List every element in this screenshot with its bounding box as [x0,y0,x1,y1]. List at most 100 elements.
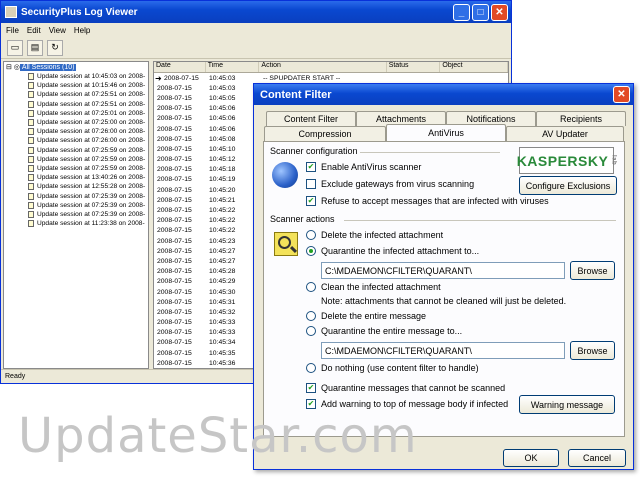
tab-content-filter[interactable]: Content Filter [266,111,356,126]
log-cell-date: 2008-07-15 [157,166,192,174]
session-item[interactable]: Update session at 07:25:59 on 2008- [4,164,148,173]
session-item[interactable]: Update session at 07:26:00 on 2008- [4,136,148,145]
log-row[interactable]: ➜ 2008-07-15 10:45:03 -- SPUPDATER START -- [154,73,508,83]
log-cell-time: 10:45:22 [209,217,236,225]
ok-button[interactable]: OK [503,449,559,467]
log-file-icon [28,183,34,191]
session-item[interactable]: Update session at 07:25:39 on 2008- [4,191,148,200]
session-item[interactable]: Update session at 07:25:51 on 2008- [4,90,148,99]
exclude-gateways-checkbox[interactable]: Exclude gateways from virus scanning [306,179,474,189]
session-label: Update session at 07:25:59 on 2008- [37,164,146,172]
menu-help[interactable]: Help [74,26,90,35]
session-item[interactable]: Update session at 07:25:51 on 2008- [4,100,148,109]
session-item[interactable]: Update session at 07:25:39 on 2008- [4,210,148,219]
enable-av-checkbox[interactable]: ✔ Enable AntiVirus scanner [306,162,421,172]
log-cell-date: 2008-07-15 [157,135,192,143]
session-label: Update session at 07:25:39 on 2008- [37,201,146,209]
session-item[interactable]: Update session at 11:23:38 on 2008- [4,219,148,228]
session-item[interactable]: Update session at 07:25:59 on 2008- [4,155,148,164]
open-folder-icon[interactable]: ▭ [7,39,23,56]
col-time[interactable]: Time [206,62,260,72]
session-label: Update session at 07:25:51 on 2008- [37,91,146,99]
log-cell-time: 10:45:12 [209,156,236,164]
session-label: Update session at 07:25:39 on 2008- [37,192,146,200]
log-file-icon [28,109,34,117]
quarantine-attachment-label: Quarantine the infected attachment to... [321,246,480,256]
tab-av-updater[interactable]: AV Updater [506,126,624,141]
kaspersky-logo: KASPERSKY lab [517,147,616,174]
session-item[interactable]: Update session at 10:45:03 on 2008- [4,72,148,81]
log-cell-date: 2008-07-15 [157,339,192,347]
log-cell-date: 2008-07-15 [157,247,192,255]
session-item[interactable]: Update session at 12:55:28 on 2008- [4,182,148,191]
session-label: Update session at 11:23:38 on 2008- [37,220,145,228]
toolbar: ▭ ▤ ↻ [1,37,511,59]
tab-antivirus[interactable]: AntiVirus [386,124,506,141]
maximize-button[interactable]: □ [472,3,489,21]
session-item[interactable]: Update session at 10:15:46 on 2008- [4,81,148,90]
quarantine-unscannable-checkbox[interactable]: ✔ Quarantine messages that cannot be scan… [306,383,505,393]
message-quarantine-path-input[interactable]: C:\MDAEMON\CFILTER\QUARANT\ [321,342,565,359]
radio-quarantine-attachment[interactable]: Quarantine the infected attachment to... [306,246,479,256]
log-cell-time: 10:45:31 [209,298,236,306]
magnifier-virus-icon [274,232,298,256]
cancel-button[interactable]: Cancel [568,449,626,467]
browse-attachment-path-button[interactable]: Browse [570,261,615,280]
log-file-icon [28,82,34,90]
tab-recipients[interactable]: Recipients [536,111,626,126]
tree-root[interactable]: ⊟ ◎ All Sessions (10) [4,62,148,72]
radio-do-nothing[interactable]: Do nothing (use content filter to handle… [306,363,479,373]
warning-message-button[interactable]: Warning message [519,395,615,414]
col-action[interactable]: Action [259,62,387,72]
log-cell-time: 10:45:20 [209,186,236,194]
dialog-close-button[interactable]: ✕ [613,86,630,103]
log-cell-date: 2008-07-15 [157,257,192,265]
log-cell-date: 2008-07-15 [157,156,192,164]
session-tree[interactable]: ⊟ ◎ All Sessions (10) Update session at … [3,61,149,369]
log-cell-date: 2008-07-15 [157,278,192,286]
log-cell-date: 2008-07-15 [157,105,192,113]
session-item[interactable]: Update session at 07:25:39 on 2008- [4,201,148,210]
tree-root-label[interactable]: All Sessions (10) [19,63,77,71]
radio-delete-attachment[interactable]: Delete the infected attachment [306,230,443,240]
radio-delete-message[interactable]: Delete the entire message [306,311,426,321]
log-cell-date: 2008-07-15 [157,176,192,184]
minimize-button[interactable]: _ [453,3,470,21]
scanner-actions-label: Scanner actions [270,214,335,224]
menu-file[interactable]: File [6,26,19,35]
session-item[interactable]: Update session at 07:25:00 on 2008- [4,118,148,127]
antivirus-panel: Scanner configuration ✔ Enable AntiVirus … [263,141,625,437]
log-cell-date: 2008-07-15 [157,186,192,194]
menu-edit[interactable]: Edit [27,26,41,35]
refresh-icon[interactable]: ↻ [47,39,63,56]
close-button[interactable]: ✕ [491,3,508,21]
tab-compression[interactable]: Compression [264,126,386,141]
log-viewer-titlebar[interactable]: SecurityPlus Log Viewer _ □ ✕ [1,1,511,23]
dialog-titlebar[interactable]: Content Filter ✕ [254,84,633,105]
col-status[interactable]: Status [387,62,441,72]
quarantine-message-label: Quarantine the entire message to... [321,326,463,336]
session-label: Update session at 12:55:28 on 2008- [37,183,146,191]
log-cell-date: 2008-07-15 [157,94,192,102]
configure-exclusions-button[interactable]: Configure Exclusions [519,176,617,195]
radio-clean-attachment[interactable]: Clean the infected attachment [306,282,441,292]
session-item[interactable]: Update session at 07:25:01 on 2008- [4,109,148,118]
menu-view[interactable]: View [49,26,66,35]
browse-message-path-button[interactable]: Browse [570,341,615,360]
refuse-infected-checkbox[interactable]: ✔ Refuse to accept messages that are infe… [306,196,549,206]
log-cell-date: 2008-07-15 [157,217,192,225]
print-icon[interactable]: ▤ [27,39,43,56]
radio-quarantine-message[interactable]: Quarantine the entire message to... [306,326,462,336]
log-file-icon [28,146,34,154]
session-item[interactable]: Update session at 13:40:26 on 2008- [4,173,148,182]
session-item[interactable]: Update session at 07:25:59 on 2008- [4,146,148,155]
current-row-arrow-icon: ➜ [155,73,162,83]
log-file-icon [28,100,34,108]
col-object[interactable]: Object [440,62,508,72]
log-cell-time: 10:45:36 [209,359,236,367]
attachment-quarantine-path-input[interactable]: C:\MDAEMON\CFILTER\QUARANT\ [321,262,565,279]
col-date[interactable]: Date [154,62,206,72]
log-cell-time: 10:45:29 [209,278,236,286]
session-item[interactable]: Update session at 07:26:00 on 2008- [4,127,148,136]
log-cell-date: 2008-07-15 [157,125,192,133]
